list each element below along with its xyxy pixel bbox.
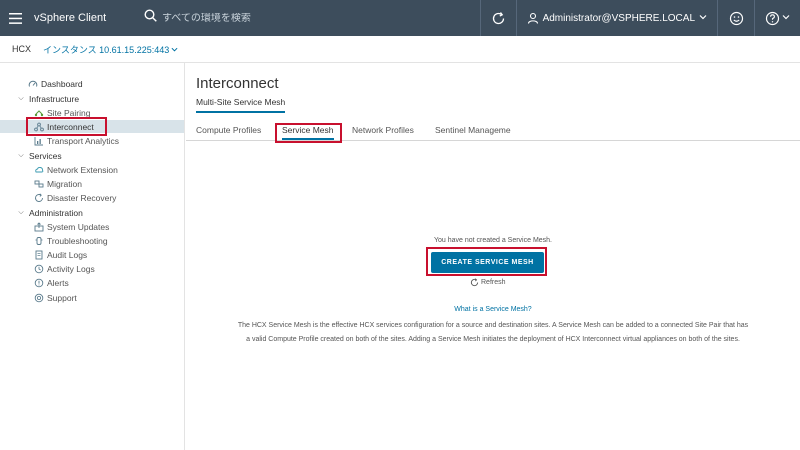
help-link[interactable]: What is a Service Mesh? [186, 306, 800, 313]
refresh-icon [470, 278, 479, 287]
refresh-link[interactable]: Refresh [470, 278, 506, 287]
highlight-box-service-mesh-tab [275, 123, 342, 143]
search-input[interactable] [162, 12, 342, 24]
migration-icon [34, 179, 44, 189]
tab-compute-profiles[interactable]: Compute Profiles [196, 125, 261, 135]
sidebar-item-label: Alerts [47, 277, 69, 288]
sidebar-item-label: System Updates [47, 221, 110, 232]
sidebar-section-infrastructure[interactable]: ⌵ Infrastructure [16, 92, 79, 105]
sidebar-item-migration[interactable]: Migration [34, 177, 82, 190]
sidebar-item-label: Audit Logs [47, 249, 88, 260]
refresh-icon [492, 11, 504, 24]
sidebar-item-label: Transport Analytics [47, 135, 119, 146]
sidebar-item-activity-logs[interactable]: Activity Logs [34, 262, 95, 275]
recovery-icon [34, 192, 44, 203]
chevron-down-icon: ⌵ [18, 208, 24, 216]
chevron-down-icon: ⌵ [18, 94, 24, 102]
sidebar-item-audit-logs[interactable]: Audit Logs [34, 248, 87, 261]
product-label: HCX [12, 44, 32, 54]
subnav-multi-site-service-mesh[interactable]: Multi-Site Service Mesh [196, 97, 286, 113]
user-icon [527, 12, 538, 24]
user-name: Administrator@VSPHERE.LOCAL [542, 12, 695, 24]
tab-network-profiles[interactable]: Network Profiles [352, 125, 414, 135]
sidebar-item-label: Site Pairing [47, 107, 91, 118]
sidebar-item-support[interactable]: Support [34, 291, 77, 304]
alert-icon [34, 278, 44, 288]
highlight-box-interconnect [26, 117, 107, 136]
document-icon [34, 250, 44, 260]
sidebar-item-label: Network Extension [47, 164, 118, 175]
dashboard-icon [28, 79, 38, 89]
sidebar-item-dashboard[interactable]: Dashboard [28, 77, 83, 90]
sidebar-section-administration[interactable]: ⌵ Administration [16, 206, 83, 219]
site-pairing-icon [34, 108, 44, 118]
refresh-label: Refresh [481, 279, 506, 286]
page-title: Interconnect [196, 75, 279, 92]
chevron-down-icon: ⌵ [18, 151, 24, 159]
chart-icon [34, 136, 44, 146]
sidebar-section-label: Administration [29, 207, 83, 218]
sidebar-section-services[interactable]: ⌵ Services [16, 149, 62, 162]
global-search[interactable] [144, 9, 342, 27]
help-icon [765, 11, 780, 25]
chevron-down-icon [699, 13, 707, 24]
sidebar-item-troubleshooting[interactable]: Troubleshooting [34, 234, 108, 247]
highlight-box-create-button [426, 247, 547, 276]
instance-label: インスタンス 10.61.15.225:443 [43, 44, 170, 55]
empty-state-message: You have not created a Service Mesh. [433, 237, 553, 244]
sidebar-item-disaster-recovery[interactable]: Disaster Recovery [34, 191, 116, 204]
sidebar-item-label: Dashboard [41, 78, 83, 89]
sidebar-item-label: Support [47, 292, 77, 303]
sidebar-item-network-extension[interactable]: Network Extension [34, 163, 118, 176]
sidebar-item-label: Activity Logs [47, 263, 95, 274]
support-icon [34, 293, 44, 303]
sidebar-item-label: Troubleshooting [47, 235, 108, 246]
service-mesh-description: The HCX Service Mesh is the effective HC… [237, 322, 749, 343]
clock-icon [34, 264, 44, 274]
user-menu[interactable]: Administrator@VSPHERE.LOCAL [517, 0, 717, 36]
app-title: vSphere Client [34, 12, 107, 24]
search-icon [144, 9, 157, 27]
sidebar-item-alerts[interactable]: Alerts [34, 276, 69, 289]
instance-selector[interactable]: インスタンス 10.61.15.225:443 [43, 43, 178, 56]
sidebar-item-label: Migration [47, 178, 82, 189]
tab-sentinel-management[interactable]: Sentinel Manageme [435, 125, 511, 135]
system-updates-icon [34, 221, 44, 232]
chevron-down-icon [782, 13, 790, 24]
sidebar-section-label: Infrastructure [29, 93, 80, 104]
sidebar-item-label: Disaster Recovery [47, 192, 117, 203]
chevron-down-icon [171, 47, 178, 52]
instance-bar: HCX インスタンス 10.61.15.225:443 [0, 36, 800, 63]
help-menu[interactable] [755, 0, 800, 36]
network-extension-icon [34, 165, 44, 175]
sidebar-item-system-updates[interactable]: System Updates [34, 220, 109, 233]
troubleshooting-icon [34, 236, 44, 246]
feedback-button[interactable] [718, 0, 754, 36]
sidebar-section-label: Services [29, 150, 62, 161]
refresh-button[interactable] [481, 0, 516, 36]
hamburger-menu-icon[interactable] [0, 0, 30, 36]
top-header-bar: vSphere Client Administrator@VSPHERE.LOC… [0, 0, 800, 36]
smiley-icon [729, 11, 743, 25]
